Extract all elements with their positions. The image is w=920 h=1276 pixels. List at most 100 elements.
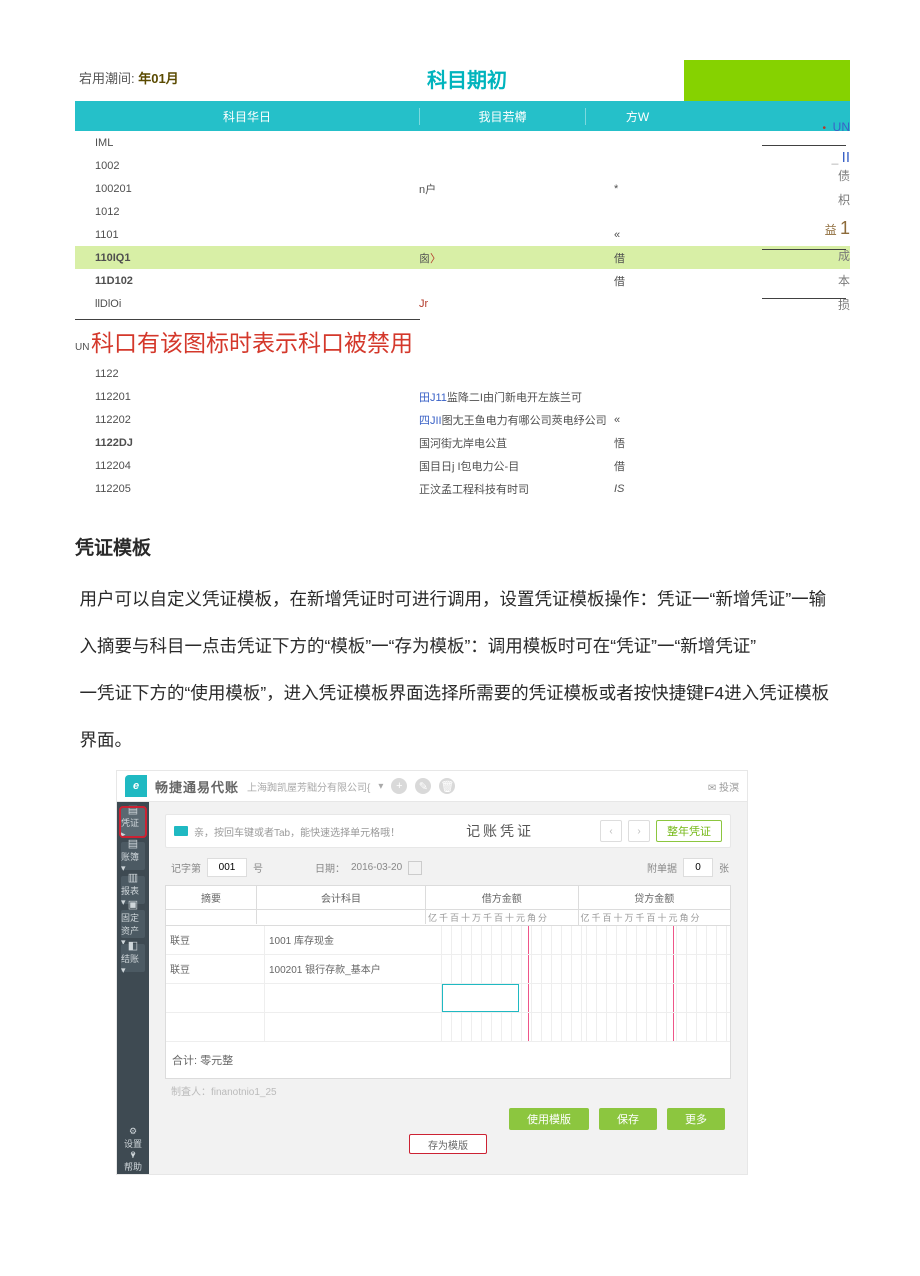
- cell-summary[interactable]: [166, 984, 265, 1012]
- cell-name: 国河街尢岸电公苴: [419, 435, 614, 451]
- voucher-title: 记账凭证: [466, 821, 534, 841]
- edit-icon[interactable]: ✎: [415, 778, 431, 794]
- app-main: 亲，按回车键或者Tab，能快速选择单元格哦！ 记账凭证 ‹ › 整年凭证 记字第…: [149, 802, 747, 1174]
- sidebar-item-close[interactable]: ◧结账 ▾: [121, 944, 145, 972]
- cell-account[interactable]: [265, 1013, 442, 1041]
- document-text: 凭证模板 用户可以自定义凭证模板，在新增凭证时可进行调用，设置凭证模板操作：凭证…: [62, 530, 858, 758]
- side-label-ben: 本: [802, 274, 850, 288]
- paragraph-4: 界面。: [62, 723, 858, 758]
- table-row[interactable]: 11D102借: [75, 269, 850, 292]
- debit-digits: 亿千百十万千百十元角分: [426, 910, 579, 925]
- attachment-input[interactable]: [683, 858, 713, 877]
- col-name-header: 我目若樽: [419, 108, 585, 125]
- cell-dir: «: [614, 229, 656, 241]
- cell-account[interactable]: 100201 银行存款_基本户: [265, 955, 442, 983]
- table-header-row: 科目华日 我目若樽 方W: [75, 101, 850, 131]
- voucher-row[interactable]: 联豆1001 库存现金: [166, 926, 730, 955]
- company-caret-icon[interactable]: ▾: [378, 781, 383, 792]
- voucher-number-input[interactable]: [207, 858, 247, 877]
- app-brand: 畅捷通易代账: [155, 777, 239, 796]
- cell-code: 112201: [75, 391, 419, 403]
- sidebar-item-asset[interactable]: ▣固定资产 ▾: [121, 910, 145, 938]
- prev-button[interactable]: ‹: [600, 820, 622, 842]
- cell-code: 1002: [75, 160, 419, 172]
- voucher-row[interactable]: [166, 984, 730, 1013]
- voucher-row[interactable]: [166, 1013, 730, 1042]
- paragraph-1: 用户可以自定义凭证模板，在新增凭证时可进行调用，设置凭证模板操作：凭证一“新增凭…: [62, 582, 858, 617]
- table-row[interactable]: IML: [75, 131, 850, 154]
- sidebar-item-voucher[interactable]: ▤凭证 ▸: [121, 808, 145, 836]
- table-row[interactable]: 112204国目日j I包电力公-目借: [75, 454, 850, 477]
- voucher-row[interactable]: 联豆100201 银行存款_基本户: [166, 955, 730, 984]
- app-body: ▤凭证 ▸ ▤账簿 ▾ ▥报表 ▾ ▣固定资产 ▾ ◧结账 ▾ ⚙设置 ▾ ?帮…: [117, 802, 747, 1174]
- new-voucher-button[interactable]: 整年凭证: [656, 820, 722, 842]
- cell-account[interactable]: 1001 库存现金: [265, 926, 442, 954]
- side-label-cheng: 成: [802, 249, 850, 263]
- save-button[interactable]: 保存: [599, 1108, 657, 1130]
- app-company[interactable]: 上海踟凯屋芳黜分有限公司{: [247, 779, 370, 794]
- table-row[interactable]: 1002: [75, 154, 850, 177]
- col-summary: 摘要: [166, 886, 257, 909]
- voucher-buttons-2: 存为模版: [165, 1134, 731, 1164]
- table-row[interactable]: 100201n户*: [75, 177, 850, 200]
- add-icon[interactable]: +: [391, 778, 407, 794]
- side-sep-2: [762, 249, 846, 250]
- calendar-icon[interactable]: [408, 861, 422, 875]
- cell-account[interactable]: [265, 984, 442, 1012]
- table-row[interactable]: 112202四JII图尢王鱼电力有哪公司莢电纾公司«: [75, 408, 850, 431]
- cell-code: 100201: [75, 183, 419, 195]
- table-row[interactable]: 1122DJ国河街尢岸电公苴悟: [75, 431, 850, 454]
- table-row[interactable]: 1122: [75, 362, 850, 385]
- ledger-icon: ▤: [128, 839, 138, 850]
- delete-icon[interactable]: 🗑: [439, 778, 455, 794]
- cell-name: n户: [419, 181, 614, 197]
- table-row[interactable]: 112201田J11监降二I由门新电开左族兰可: [75, 385, 850, 408]
- asset-icon: ▣: [128, 900, 138, 911]
- cell-credit[interactable]: [587, 984, 731, 1012]
- disabled-callout: UN科口有该图标时表示科口被禁用: [75, 320, 850, 362]
- cell-code: 1122DJ: [75, 437, 419, 449]
- voucher-date-value[interactable]: 2016-03-20: [351, 862, 402, 873]
- tip-text: 亲，按回车键或者Tab，能快速选择单元格哦！: [194, 824, 400, 839]
- use-template-button[interactable]: 使用模版: [509, 1108, 589, 1130]
- feedback-link[interactable]: ✉ 投溟: [708, 779, 739, 794]
- cell-debit[interactable]: [442, 1013, 587, 1041]
- cell-credit[interactable]: [587, 926, 731, 954]
- voucher-date-label: 日期：: [315, 860, 345, 875]
- next-button[interactable]: ›: [628, 820, 650, 842]
- cell-code: 1012: [75, 206, 419, 218]
- more-button[interactable]: 更多: [667, 1108, 725, 1130]
- sidebar-item-ledger[interactable]: ▤账簿 ▾: [121, 842, 145, 870]
- cell-summary[interactable]: 联豆: [166, 926, 265, 954]
- side-sep: [762, 145, 846, 146]
- cell-credit[interactable]: [587, 1013, 731, 1041]
- cell-name: 正汶孟工程科技有时司: [419, 481, 614, 497]
- cell-code: IML: [75, 137, 419, 149]
- voucher-table: 摘要 会计科目 借方金额 贷方金额 亿千百十万千百十元角分 亿千百十万千百十元角…: [165, 885, 731, 1079]
- report-icon: ▥: [128, 873, 138, 884]
- active-cell[interactable]: [442, 984, 519, 1012]
- cell-debit[interactable]: [442, 926, 587, 954]
- table-row[interactable]: 1012: [75, 200, 850, 223]
- cell-summary[interactable]: 联豆: [166, 955, 265, 983]
- table-row[interactable]: 112205正汶孟工程科技有时司IS: [75, 477, 850, 500]
- voucher-number-label: 记字第: [171, 860, 201, 875]
- save-as-template-button[interactable]: 存为模版: [409, 1134, 487, 1154]
- app-screenshot: e 畅捷通易代账 上海踟凯屋芳黜分有限公司{ ▾ + ✎ 🗑 ✉ 投溟 ▤凭证 …: [116, 770, 748, 1175]
- cell-code: 11D102: [75, 275, 419, 287]
- close-period-icon: ◧: [128, 941, 138, 952]
- cell-debit[interactable]: [442, 955, 587, 983]
- table-row[interactable]: 1101«: [75, 223, 850, 246]
- col-debit: 借方金额: [426, 886, 579, 909]
- cell-summary[interactable]: [166, 1013, 265, 1041]
- table-row[interactable]: llDlOiJr: [75, 292, 850, 315]
- sidebar-item-help[interactable]: ?帮助: [123, 1150, 143, 1168]
- cell-debit[interactable]: [442, 984, 587, 1012]
- voucher-buttons: 使用模版 保存 更多: [165, 1108, 731, 1134]
- app-titlebar: e 畅捷通易代账 上海踟凯屋芳黜分有限公司{ ▾ + ✎ 🗑 ✉ 投溟: [117, 771, 747, 802]
- sidebar-item-settings[interactable]: ⚙设置 ▾: [123, 1126, 143, 1144]
- green-header-cell: [682, 60, 850, 101]
- cell-credit[interactable]: [587, 955, 731, 983]
- table-row[interactable]: 110IQ1囪〉借: [75, 246, 850, 269]
- page-title: 科目期初: [427, 60, 677, 101]
